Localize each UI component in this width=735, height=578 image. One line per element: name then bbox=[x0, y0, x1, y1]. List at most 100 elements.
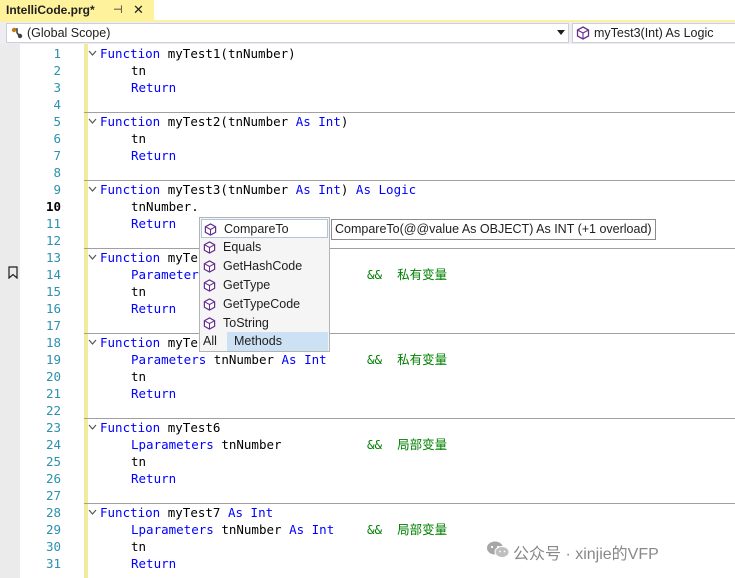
completion-item-tostring[interactable]: ToString bbox=[201, 314, 328, 333]
scope-dropdown[interactable]: (Global Scope) bbox=[6, 23, 569, 43]
completion-item-label: Equals bbox=[223, 240, 262, 254]
completion-item-equals[interactable]: Equals bbox=[201, 238, 328, 257]
code-line[interactable]: Function myTe bbox=[100, 249, 198, 266]
line-number: 22 bbox=[45, 403, 61, 418]
completion-item-gettypecode[interactable]: GetTypeCode bbox=[201, 295, 328, 314]
line-number: 19 bbox=[45, 352, 61, 367]
code-line[interactable]: Return bbox=[131, 385, 176, 402]
code-text: ) bbox=[340, 114, 349, 129]
line-number: 7 bbox=[53, 148, 61, 163]
method-cube-icon bbox=[203, 260, 216, 273]
watermark: 公众号 · xinjie的VFP bbox=[486, 538, 735, 563]
line-number: 21 bbox=[45, 386, 61, 401]
code-comment: && 局部变量 bbox=[367, 437, 448, 452]
code-line[interactable]: Return bbox=[131, 147, 176, 164]
keyword: Int bbox=[304, 352, 327, 367]
code-line[interactable]: Parameter bbox=[131, 266, 199, 283]
code-text: tnNumber. bbox=[131, 199, 199, 214]
keyword: Int bbox=[318, 114, 341, 129]
close-icon[interactable]: ✕ bbox=[133, 2, 144, 18]
completion-item-gethashcode[interactable]: GetHashCode bbox=[201, 257, 328, 276]
method-cube-icon bbox=[204, 223, 217, 236]
completion-item-compareto[interactable]: CompareTo bbox=[201, 219, 328, 238]
filter-all-tab[interactable]: All bbox=[203, 334, 217, 352]
line-number: 1 bbox=[53, 46, 61, 61]
code-comment: && 私有变量 bbox=[367, 352, 448, 367]
code-line[interactable]: Function myTest7 As Int bbox=[100, 504, 273, 521]
collapse-icon[interactable] bbox=[88, 117, 97, 126]
document-tab[interactable]: IntelliCode.prg* ⊣ ✕ bbox=[0, 0, 154, 21]
line-number-current: 10 bbox=[45, 199, 61, 214]
keyword: Function bbox=[100, 182, 161, 197]
collapse-icon[interactable] bbox=[88, 253, 97, 262]
line-number: 4 bbox=[53, 97, 61, 112]
line-number: 27 bbox=[45, 488, 61, 503]
keyword: Logic bbox=[378, 182, 417, 197]
collapse-icon[interactable] bbox=[88, 423, 97, 432]
code-line[interactable]: tn bbox=[131, 368, 146, 385]
collapse-icon[interactable] bbox=[88, 185, 97, 194]
collapse-icon[interactable] bbox=[88, 49, 97, 58]
line-number: 9 bbox=[53, 182, 61, 197]
method-cube-icon bbox=[203, 241, 216, 254]
code-text: tnNumber bbox=[213, 522, 290, 537]
code-line[interactable]: Return bbox=[131, 215, 176, 232]
keyword: Function bbox=[100, 335, 161, 350]
code-line[interactable]: Return bbox=[131, 79, 176, 96]
code-line[interactable]: Lparameters tnNumber bbox=[131, 436, 282, 453]
code-line[interactable]: tn bbox=[131, 130, 146, 147]
code-line[interactable]: Function myTe bbox=[100, 334, 198, 351]
chevron-down-icon[interactable] bbox=[557, 30, 565, 35]
line-number: 6 bbox=[53, 131, 61, 146]
collapse-icon[interactable] bbox=[88, 338, 97, 347]
navigation-bar: (Global Scope) myTest3(Int) As Logic bbox=[0, 22, 735, 44]
member-dropdown[interactable]: myTest3(Int) As Logic bbox=[572, 23, 735, 43]
code-line-current[interactable]: tnNumber. bbox=[131, 198, 199, 215]
code-editor[interactable]: 1 2 3 4 5 6 7 8 9 10 11 12 13 14 15 16 1… bbox=[0, 44, 735, 578]
line-number: 30 bbox=[45, 539, 61, 554]
keyword: Int bbox=[318, 182, 341, 197]
code-text: tnNumber bbox=[213, 437, 282, 452]
keyword: As bbox=[289, 522, 305, 537]
method-cube-icon bbox=[203, 317, 216, 330]
code-line[interactable]: Parameters tnNumber As Int bbox=[131, 351, 327, 368]
code-line[interactable]: tn bbox=[131, 538, 146, 555]
keyword: Return bbox=[131, 148, 177, 163]
code-text: tn bbox=[131, 63, 147, 78]
code-line[interactable]: Return bbox=[131, 470, 176, 487]
code-line[interactable]: tn bbox=[131, 453, 146, 470]
code-line[interactable]: Function myTest2(tnNumber As Int) bbox=[100, 113, 348, 130]
line-number: 17 bbox=[45, 318, 61, 333]
code-line[interactable]: Function myTest3(tnNumber As Int) As Log… bbox=[100, 181, 416, 198]
keyword: As bbox=[281, 352, 297, 367]
keyword: Return bbox=[131, 301, 177, 316]
line-number: 15 bbox=[45, 284, 61, 299]
code-line[interactable]: Return bbox=[131, 555, 176, 572]
completion-item-gettype[interactable]: GetType bbox=[201, 276, 328, 295]
bookmark-icon[interactable] bbox=[8, 266, 18, 279]
glyph-margin[interactable] bbox=[0, 44, 20, 578]
watermark-text: 公众号 · xinjie的VFP bbox=[513, 546, 659, 563]
line-number: 14 bbox=[45, 267, 61, 282]
collapse-icon[interactable] bbox=[88, 508, 97, 517]
pin-icon[interactable]: ⊣ bbox=[113, 3, 123, 16]
keyword: Function bbox=[100, 46, 161, 61]
completion-list[interactable]: CompareTo Equals GetHashCode GetType Get… bbox=[199, 217, 330, 352]
keyword: Lparameters bbox=[131, 522, 214, 537]
keyword: Int bbox=[250, 505, 274, 520]
code-line[interactable]: tn bbox=[131, 283, 146, 300]
method-cube-icon bbox=[576, 26, 590, 40]
code-line[interactable]: Function myTest6 bbox=[100, 419, 220, 436]
code-text: myTest3(tnNumber bbox=[160, 182, 296, 197]
code-line[interactable]: Lparameters tnNumber As Int bbox=[131, 521, 334, 538]
code-text: myTe bbox=[160, 335, 198, 350]
tab-title[interactable]: IntelliCode.prg* bbox=[6, 3, 95, 17]
code-line[interactable]: Return bbox=[131, 300, 176, 317]
line-number: 20 bbox=[45, 369, 61, 384]
filter-methods-tab[interactable]: Methods bbox=[227, 332, 328, 351]
code-line[interactable]: Function myTest1(tnNumber) bbox=[100, 45, 296, 62]
completion-item-label: ToString bbox=[223, 316, 269, 330]
code-text: tn bbox=[131, 369, 147, 384]
code-line[interactable]: tn bbox=[131, 62, 146, 79]
